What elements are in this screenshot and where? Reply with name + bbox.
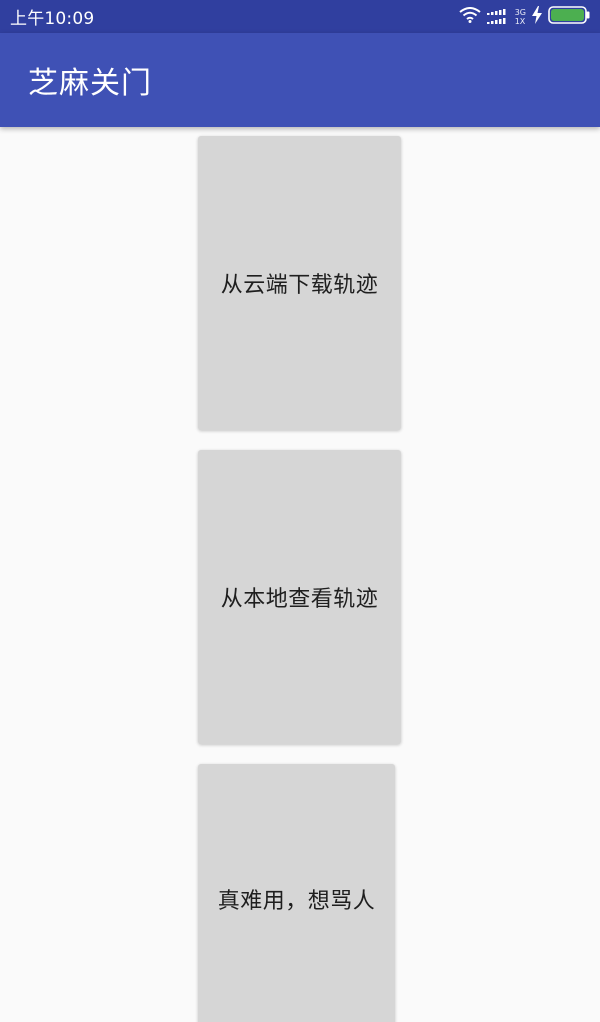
battery-icon [548,5,590,28]
app-title: 芝麻关门 [28,66,152,101]
network-type-top: 3G [514,7,526,17]
button-label: 从本地查看轨迹 [220,587,379,612]
network-type: 3G 1X [515,8,526,26]
button-label: 真难用，想骂人 [217,889,376,914]
download-cloud-track-button[interactable]: 从云端下载轨迹 [198,136,401,430]
view-local-track-button[interactable]: 从本地查看轨迹 [198,450,401,744]
app-bar: 芝麻关门 [0,33,600,127]
status-icons: 3G 1X [459,5,590,28]
network-type-bottom: 1X [514,16,526,26]
wifi-icon [459,6,481,27]
status-time: 上午10:09 [10,9,95,29]
status-bar: 上午10:09 3G 1X [0,0,600,33]
button-label: 从云端下载轨迹 [220,273,379,298]
complaint-button[interactable]: 真难用，想骂人 [198,764,395,1022]
signal-icon [486,9,509,24]
charging-icon [532,5,542,28]
